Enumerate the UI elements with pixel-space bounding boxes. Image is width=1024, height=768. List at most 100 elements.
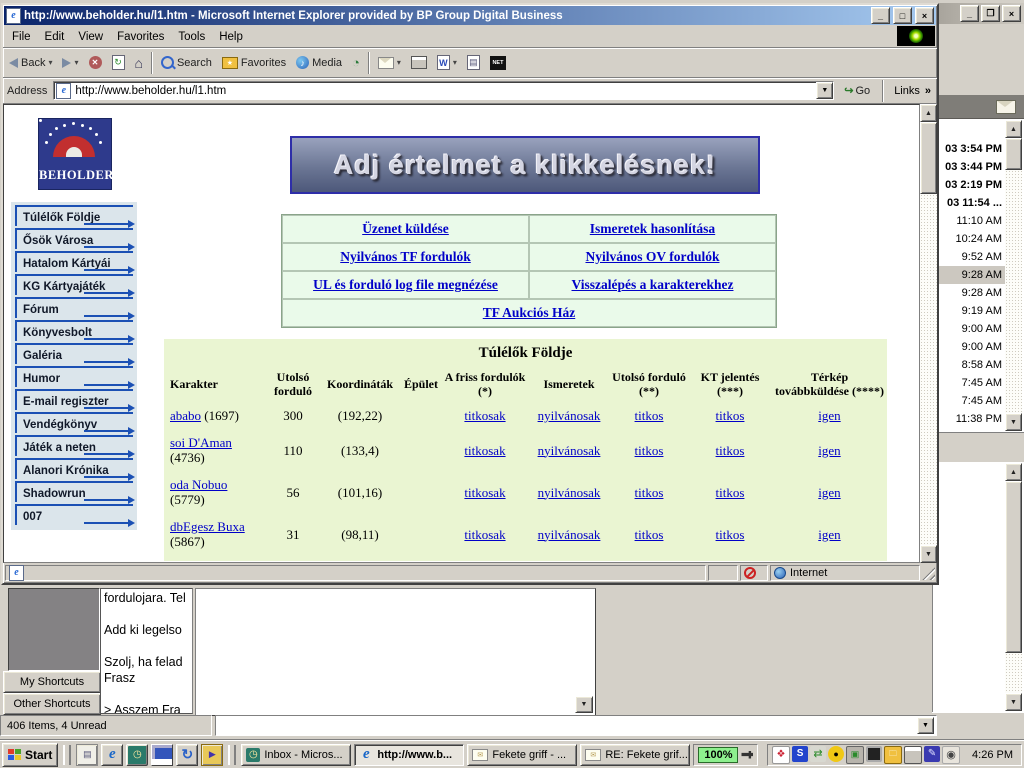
message-list-item[interactable]: 9:00 AM (935, 338, 1005, 356)
battery-indicator[interactable]: 100% (693, 744, 758, 766)
last-turn-link[interactable]: titkos (635, 527, 664, 542)
message-list-item[interactable]: 11:10 AM (935, 212, 1005, 230)
list-scrollbar[interactable]: ▲ ▼ (1005, 120, 1022, 431)
quick-link[interactable]: Nyilvános OV fordulók (585, 249, 719, 264)
task-button[interactable]: ✉RE: Fekete grif... (580, 744, 690, 766)
sidebar-item[interactable]: E-mail regiszter (15, 389, 133, 410)
scrollbar-thumb[interactable] (920, 122, 937, 194)
message-list-item[interactable]: 11:38 PM (935, 410, 1005, 428)
message-list-item[interactable]: 9:00 AM (935, 320, 1005, 338)
task-button[interactable]: ✉Fekete griff - ... (467, 744, 577, 766)
sidebar-item[interactable]: Galéria (15, 343, 133, 364)
map-forward-link[interactable]: igen (818, 485, 840, 500)
page-scrollbar[interactable]: ▲ ▼ (920, 104, 937, 563)
address-input[interactable]: e http://www.beholder.hu/l1.htm ▼ (53, 81, 834, 100)
message-list-item[interactable]: 8:58 AM (935, 356, 1005, 374)
printer-icon[interactable] (904, 746, 922, 764)
minimize-icon[interactable]: _ (871, 7, 890, 24)
sidebar-item[interactable]: Hatalom Kártyái (15, 251, 133, 272)
start-button[interactable]: Start (2, 743, 58, 767)
quick-link[interactable]: Üzenet küldése (362, 221, 449, 236)
pinwheel-icon[interactable]: ❖ (772, 746, 790, 764)
sidebar-item[interactable]: Shadowrun (15, 481, 133, 502)
character-link[interactable]: soi D'Aman (170, 435, 232, 450)
menu-edit[interactable]: Edit (38, 29, 72, 45)
scroll-down-icon[interactable]: ▼ (920, 545, 937, 563)
sync-icon[interactable]: ↻ (176, 744, 198, 766)
maximize-icon[interactable]: □ (893, 7, 912, 24)
computer-arrow-icon[interactable]: ▣ (846, 746, 864, 764)
character-link[interactable]: oda Nobuo (170, 477, 227, 492)
menu-view[interactable]: View (71, 29, 110, 45)
sidebar-item[interactable]: Humor (15, 366, 133, 387)
quick-link[interactable]: Visszalépés a karakterekhez (572, 277, 734, 292)
yellow-badge-icon[interactable]: ● (828, 746, 844, 762)
go-button[interactable]: ↪ Go (838, 81, 876, 101)
last-turn-link[interactable]: titkos (635, 408, 664, 423)
kt-report-link[interactable]: titkos (716, 408, 745, 423)
chevron-down-icon[interactable]: ▾ (397, 58, 401, 67)
sidebar-item[interactable]: Ősök Városa (15, 228, 133, 249)
taskbar-clock[interactable]: 4:26 PM (962, 749, 1017, 761)
other-shortcuts-button[interactable]: Other Shortcuts (3, 693, 101, 715)
fresh-link[interactable]: titkosak (464, 443, 505, 458)
dropdown-icon[interactable]: ▼ (917, 717, 934, 734)
links-toolbar[interactable]: Links » (890, 85, 935, 97)
back-button[interactable]: Back ▾ (5, 53, 56, 73)
history-button[interactable]: ◔ (348, 53, 364, 73)
fresh-link[interactable]: titkosak (464, 485, 505, 500)
mail-button[interactable]: ▾ (374, 53, 405, 73)
outlook-bottom-field[interactable]: ▼ (215, 715, 937, 736)
task-button[interactable]: ehttp://www.b... (354, 744, 464, 766)
home-button[interactable]: ⌂ (131, 53, 147, 73)
message-list-item[interactable]: 03 3:44 PM (935, 158, 1005, 176)
quick-link[interactable]: Nyilvános TF fordulók (340, 249, 471, 264)
scrollbar-track[interactable] (1005, 653, 1022, 693)
knowledge-link[interactable]: nyilvánosak (538, 485, 601, 500)
message-list-item[interactable]: 9:52 AM (935, 248, 1005, 266)
scrollbar-thumb[interactable] (1005, 481, 1022, 653)
titlebar[interactable]: e http://www.beholder.hu/l1.htm - Micros… (4, 6, 936, 25)
sidebar-item[interactable]: Alanori Krónika (15, 458, 133, 479)
discuss-button[interactable]: ▤ (463, 53, 484, 73)
quick-link[interactable]: TF Aukciós Ház (483, 305, 576, 320)
banner[interactable]: Adj értelmet a klikkelésnek! (290, 136, 760, 194)
sidebar-item[interactable]: 007 (15, 504, 133, 525)
message-list-item[interactable]: 10:24 AM (935, 230, 1005, 248)
monitor-icon[interactable] (866, 746, 882, 762)
stop-button[interactable]: ✕ (85, 53, 106, 73)
taskbar-grip[interactable] (228, 745, 236, 765)
menu-tools[interactable]: Tools (171, 29, 212, 45)
menu-help[interactable]: Help (212, 29, 250, 45)
message-list-item[interactable]: 7:45 AM (935, 374, 1005, 392)
message-list-item[interactable]: 03 11:54 ... (935, 194, 1005, 212)
fresh-link[interactable]: titkosak (464, 527, 505, 542)
message-list-item[interactable]: 03 2:19 PM (935, 176, 1005, 194)
magnifier-icon[interactable]: ◉ (942, 746, 960, 764)
task-button[interactable]: ◷Inbox - Micros... (241, 744, 351, 766)
sidebar-item[interactable]: Túlélők Földje (15, 205, 133, 226)
scrollbar-track[interactable] (1005, 170, 1022, 413)
beholder-logo[interactable]: BEHOLDER (38, 118, 112, 190)
map-forward-link[interactable]: igen (818, 408, 840, 423)
quick-link[interactable]: Ismeretek hasonlítása (590, 221, 715, 236)
sidebar-item[interactable]: Fórum (15, 297, 133, 318)
quick-link[interactable]: UL és forduló log file megnézése (313, 277, 498, 292)
scrollbar-thumb[interactable] (1005, 138, 1022, 170)
restore-icon[interactable]: ❐ (981, 5, 1000, 22)
kt-report-link[interactable]: titkos (716, 485, 745, 500)
scroll-down-icon[interactable]: ▼ (1005, 413, 1022, 431)
character-link[interactable]: ababo (170, 408, 201, 423)
sidebar-item[interactable]: Játék a neten (15, 435, 133, 456)
sidebar-item[interactable]: KG Kártyajáték (15, 274, 133, 295)
scroll-up-icon[interactable]: ▲ (1005, 120, 1022, 138)
resize-grip[interactable] (922, 567, 935, 580)
chevron-right-icon[interactable]: » (925, 85, 931, 97)
sidebar-item[interactable]: Könyvesbolt (15, 320, 133, 341)
close-icon[interactable]: × (1002, 5, 1021, 22)
chevron-down-icon[interactable]: ▾ (74, 58, 78, 67)
scroll-up-icon[interactable]: ▲ (920, 104, 937, 122)
last-turn-link[interactable]: titkos (635, 443, 664, 458)
message-list-item[interactable]: 03 3:54 PM (935, 140, 1005, 158)
knowledge-link[interactable]: nyilvánosak (538, 527, 601, 542)
